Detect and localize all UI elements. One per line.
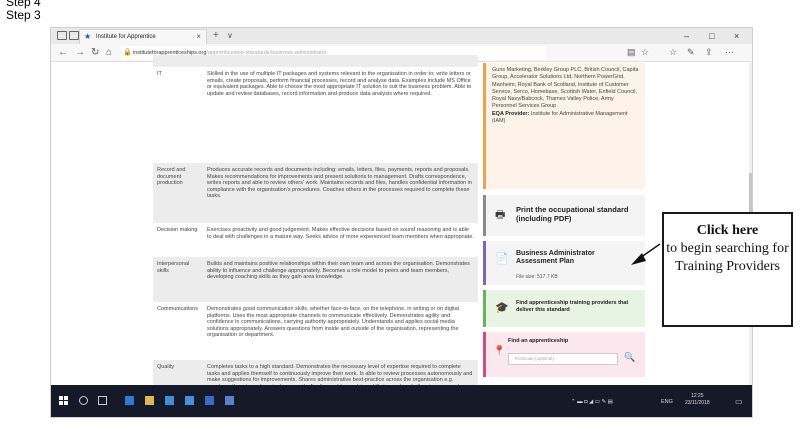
browser-window: ★ Institute for Apprentice × + ∨ – □ × ←… (50, 27, 753, 418)
clock-time: 12:25 (691, 393, 704, 399)
sidebar: Guns Marketing, Berkley Group PLC, Briti… (483, 63, 645, 385)
tab-close-icon[interactable]: × (196, 30, 201, 44)
callout-bold-text: Click here (696, 223, 759, 238)
row-label (153, 55, 203, 67)
print-title: Print the occupational standard (includi… (516, 205, 629, 223)
favorite-star-icon[interactable]: ☆ (641, 46, 649, 59)
tab-preview-icon[interactable] (57, 31, 67, 40)
clock[interactable]: 12:25 23/11/2018 (685, 393, 710, 406)
assessment-plan-link[interactable]: 📄 Business Administrator Assessment Plan… (483, 241, 645, 285)
home-icon[interactable]: ⌂ (106, 46, 112, 59)
find-providers-title: Find apprenticeship training providers t… (516, 300, 629, 313)
location-pin-icon: 📍 (493, 346, 506, 357)
graduation-cap-icon: 🎓 (495, 302, 509, 314)
new-tab-button[interactable]: + (213, 28, 219, 43)
favorites-icon[interactable]: ☆ (669, 46, 677, 59)
file-explorer-icon[interactable] (145, 396, 154, 405)
web-page: IT Skilled in the use of multiple IT pac… (51, 55, 752, 417)
windows-start-icon[interactable] (59, 396, 68, 405)
share-icon[interactable]: ⇪ (705, 46, 713, 59)
table-row: Decision making Exercises proactivity an… (153, 223, 478, 257)
tab-aside-icon[interactable] (69, 31, 79, 40)
refresh-icon[interactable]: ↻ (91, 46, 99, 59)
maximize-button[interactable]: □ (709, 28, 714, 44)
epa-label: EQA Provider: (492, 110, 530, 117)
find-apprenticeship-card: 📍 Find an apprenticeship Postcode (optio… (483, 332, 645, 377)
row-label: IT (157, 71, 162, 77)
minimize-button[interactable]: – (684, 28, 689, 44)
row-text: Demonstrates good communication skills, … (207, 306, 459, 338)
title-bar: ★ Institute for Apprentice × + ∨ – □ × (51, 28, 752, 44)
lock-icon: 🔒 (123, 49, 132, 56)
row-text: Exercises proactivity and good judgement… (207, 227, 474, 240)
employers-list: Guns Marketing, Berkley Group PLC, Briti… (492, 67, 639, 110)
table-row: Interpersonal skills Builds and maintain… (153, 257, 478, 302)
row-label: Interpersonal skills (157, 261, 190, 274)
tray-icons[interactable]: ⌃ ▬ ◘ ◢ ▭ ✎ ▤ (571, 398, 613, 406)
employers-card: Guns Marketing, Berkley Group PLC, Briti… (483, 63, 645, 189)
more-icon[interactable]: ⋯ (725, 46, 734, 59)
find-apprenticeship-title: Find an apprenticeship (508, 338, 569, 344)
chevron-down-icon[interactable]: ∨ (227, 28, 233, 43)
instruction-callout: Click here to begin searching for Traini… (662, 212, 793, 327)
browser-tab[interactable]: ★ Institute for Apprentice × (79, 29, 207, 44)
callout-text: to begin searching for Training Provider… (666, 241, 789, 274)
clock-date: 23/11/2018 (685, 399, 710, 406)
notification-icon[interactable]: ▭ (735, 398, 743, 406)
plan-file-size: File size: 517.7 KB (516, 274, 558, 280)
back-arrow-icon[interactable]: ← (58, 46, 68, 59)
row-text: Produces accurate records and documents … (207, 167, 472, 199)
pen-icon[interactable]: ✎ (687, 46, 695, 59)
table-row: Communications Demonstrates good communi… (153, 302, 478, 360)
row-label: Decision making (157, 227, 198, 233)
store-icon[interactable] (165, 396, 174, 405)
reading-view-icon[interactable]: ▤ (627, 46, 636, 59)
edge-browser-icon[interactable] (125, 396, 134, 405)
find-training-providers-link[interactable]: 🎓 Find apprenticeship training providers… (483, 290, 645, 327)
step-3-label: Step 3 (6, 8, 41, 22)
plan-title: Business Administrator Assessment Plan (516, 250, 595, 265)
tab-title: Institute for Apprentice (96, 34, 156, 40)
skills-table: IT Skilled in the use of multiple IT pac… (153, 55, 478, 417)
search-icon[interactable]: 🔍 (624, 352, 635, 363)
printer-icon: 🖶 (495, 209, 506, 221)
row-text (203, 55, 478, 67)
close-button[interactable]: × (734, 28, 739, 44)
row-text: Builds and maintains positive relationsh… (207, 261, 470, 280)
row-label: Record and document production (157, 167, 186, 186)
table-row: IT Skilled in the use of multiple IT pac… (153, 67, 478, 163)
search-taskbar-icon[interactable] (79, 396, 88, 405)
print-standard-link[interactable]: 🖶 Print the occupational standard (inclu… (483, 195, 645, 236)
table-row: Record and document production Produces … (153, 163, 478, 223)
row-label: Communications (157, 306, 198, 312)
outlook-icon[interactable] (225, 396, 234, 405)
word-icon[interactable] (205, 396, 214, 405)
star-icon: ★ (84, 32, 92, 41)
app-icon[interactable] (185, 396, 194, 405)
language-indicator[interactable]: ENG (661, 398, 673, 406)
postcode-input[interactable]: Postcode (optional) (508, 353, 618, 365)
row-text: Skilled in the use of multiple IT packag… (207, 71, 472, 97)
pdf-icon: 📄 (495, 253, 509, 265)
task-view-icon[interactable] (98, 396, 107, 405)
forward-arrow-icon[interactable]: → (75, 46, 85, 59)
table-row (153, 55, 478, 67)
taskbar: ⌃ ▬ ◘ ◢ ▭ ✎ ▤ ENG 12:25 23/11/2018 ▭ (51, 385, 752, 417)
